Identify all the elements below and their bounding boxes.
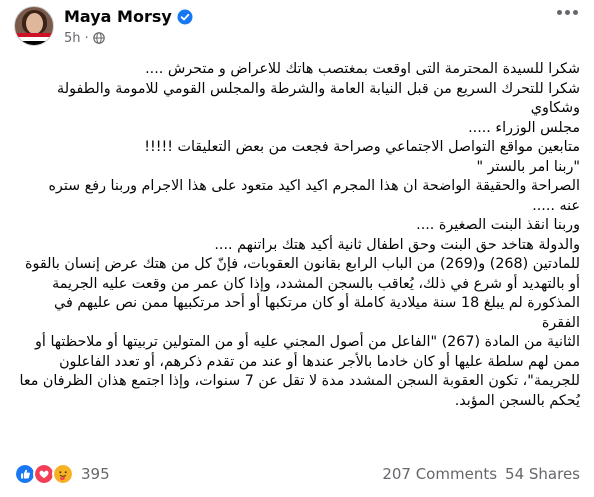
- shares-count[interactable]: 54 Shares: [505, 465, 580, 483]
- reaction-count: 395: [81, 465, 110, 483]
- post-line: مجلس الوزراء .....: [468, 119, 580, 136]
- separator-dot: ·: [84, 30, 89, 46]
- care-icon: [52, 463, 74, 485]
- author-name[interactable]: Maya Morsy: [64, 6, 172, 28]
- post-line: عنه .....: [532, 197, 580, 214]
- facebook-post: Maya Morsy 5h · شكرا للسيدة المحترمة الت…: [0, 0, 594, 497]
- globe-icon[interactable]: [92, 32, 105, 44]
- post-time[interactable]: 5h: [64, 31, 81, 46]
- post-line: للمادتين (268) و(269) من الباب الرابع بق…: [25, 256, 580, 272]
- comments-count[interactable]: 207 Comments: [382, 465, 497, 483]
- post-line: أو بالتهديد أو شرع في ذلك، يُعاقب بالسجن…: [52, 275, 580, 292]
- more-options-icon[interactable]: [557, 10, 578, 15]
- engagement-bar: 395 207 Comments 54 Shares: [14, 463, 580, 485]
- verified-badge-icon: [177, 9, 193, 25]
- post-line: "ربنا امر بالستر ": [476, 158, 580, 175]
- post-line: الصراحة والحقيقة الواضحة ان هذا المجرم ا…: [48, 178, 580, 194]
- post-line: شكرا للسيدة المحترمة التى اوقعت بمغتصب ه…: [145, 61, 580, 77]
- post-line: يُحكم بالسجن المؤبد.: [454, 392, 580, 409]
- post-header: Maya Morsy 5h ·: [14, 6, 193, 48]
- post-line: وربنا انقذ البنت الصغيرة ....: [416, 217, 580, 233]
- post-line: ممن لهم سلطة عليها أو كان خادما بالأجر ع…: [59, 353, 580, 370]
- reactions-summary[interactable]: 395: [14, 463, 110, 485]
- post-line: للجريمة"، تكون العقوبة السجن المشدد مدة …: [19, 373, 580, 389]
- flag-frame: [15, 33, 53, 45]
- post-text: شكرا للسيدة المحترمة التى اوقعت بمغتصب ه…: [12, 60, 580, 411]
- post-line: متابعين مواقع التواصل الاجتماعي وصراحة ف…: [144, 139, 580, 155]
- post-line: والدولة هتاخد حق البنت وحق اطفال ثانية أ…: [214, 236, 580, 253]
- post-line: شكرا للتحرك السريع من قبل النيابة العامة…: [57, 80, 580, 117]
- post-stats: 207 Comments 54 Shares: [382, 465, 580, 483]
- avatar[interactable]: [14, 6, 54, 46]
- post-line: الثانية من المادة (267) "الفاعل من أصول …: [35, 334, 580, 350]
- post-line: المذكورة لم يبلغ 18 سنة ميلادية كاملة أو…: [54, 295, 580, 331]
